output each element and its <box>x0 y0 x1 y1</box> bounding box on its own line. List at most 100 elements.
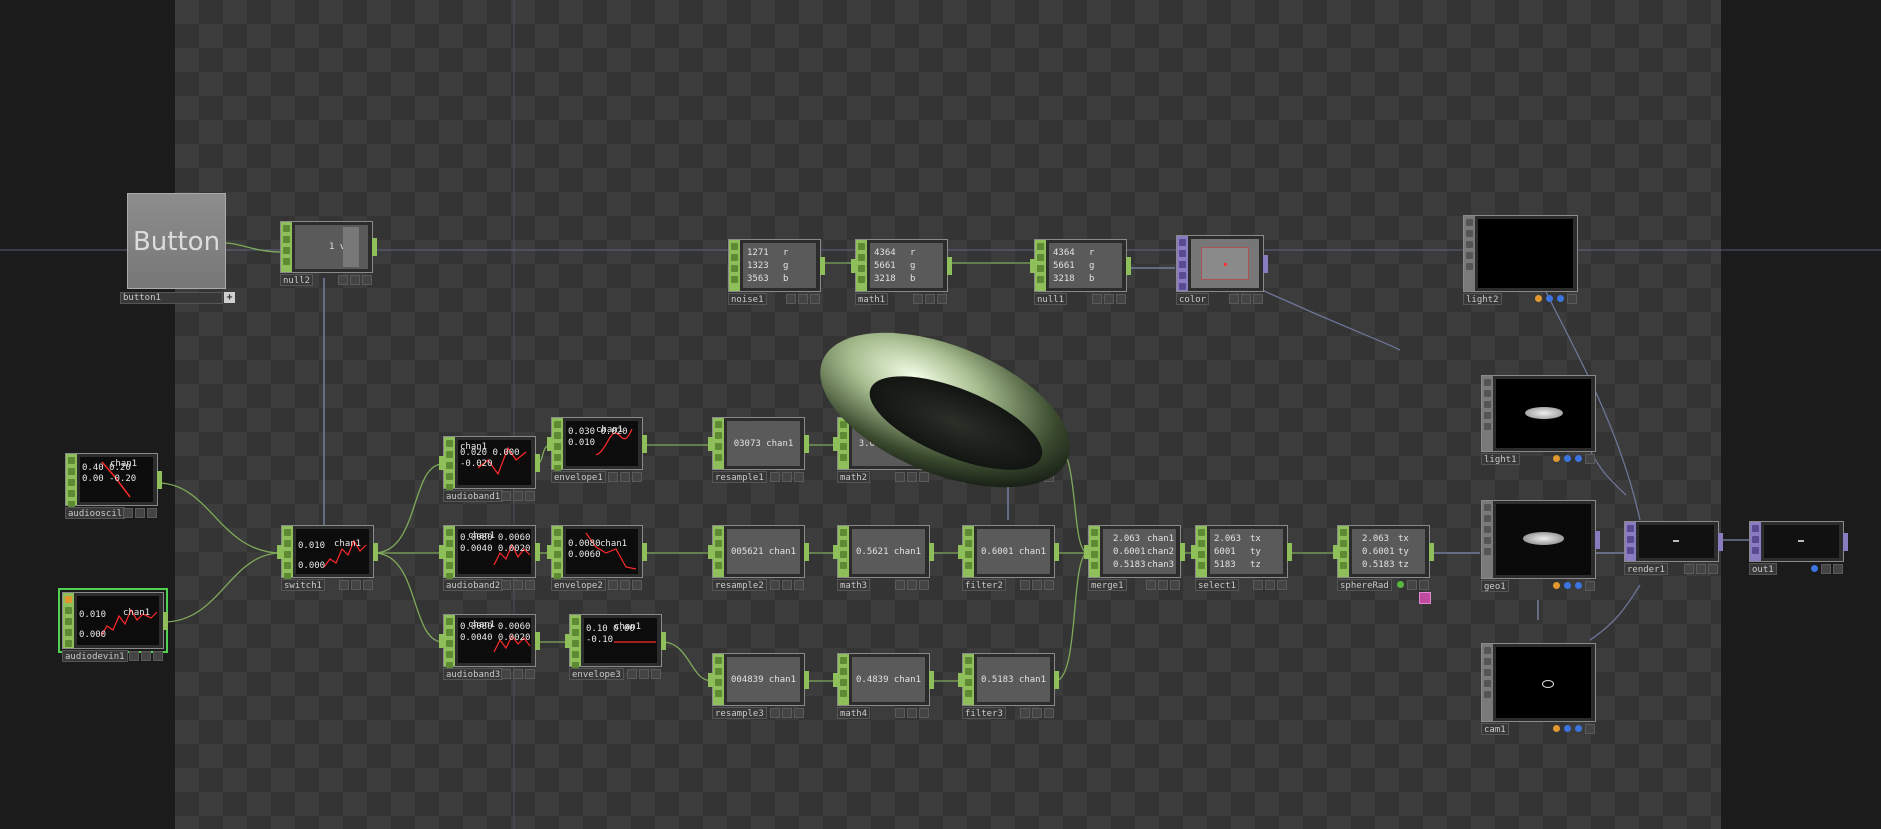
graph-channel: chan1 <box>468 620 496 630</box>
node-envelope2[interactable]: 0.0080 0.0060 chan1 envelope2 <box>547 525 647 591</box>
wire-audiodevin-switch <box>163 552 282 623</box>
node-filter2[interactable]: 0.6001 chan1 filter2 <box>958 525 1059 591</box>
node-label[interactable]: sphereRad <box>1337 579 1392 591</box>
node-label[interactable]: resample2 <box>712 579 767 591</box>
node-label[interactable]: math4 <box>837 707 871 719</box>
graph-channel: chan1 <box>123 608 151 618</box>
node-render1[interactable]: render1 <box>1624 521 1723 575</box>
node-null1[interactable]: 4364 5661 3218 r g b null1 <box>1030 239 1131 305</box>
node-out1[interactable]: out1 <box>1749 521 1848 575</box>
node-channel: chan1 <box>1018 674 1047 685</box>
wire-switch-ab1 <box>373 463 444 554</box>
node-channels: tx ty tz <box>1398 534 1409 570</box>
graph-axis-top: 0.010 <box>79 610 107 620</box>
node-audioband3[interactable]: 0.0080 0.0060 0.0040 0.0020 chan1 audiob… <box>439 614 540 680</box>
button-text: Button <box>132 227 221 257</box>
extension-icon[interactable] <box>1419 592 1431 604</box>
node-label[interactable]: filter3 <box>962 707 1006 719</box>
node-label[interactable]: resample1 <box>712 471 767 483</box>
graph-axis-top: 0.010 <box>298 541 326 551</box>
node-resample3[interactable]: 004839 chan1 resample3 <box>708 653 809 719</box>
node-label[interactable]: light2 <box>1463 293 1502 305</box>
wire-layer <box>0 0 1881 829</box>
button-component[interactable]: Button <box>127 193 226 289</box>
node-light1[interactable]: light1 <box>1481 375 1596 465</box>
node-value: 3.073 <box>858 438 886 449</box>
graph-axis-bottom: 0.000 <box>298 561 326 571</box>
node-envelope3[interactable]: 0.10 0.00 -0.10 chan1 envelope3 <box>565 614 666 680</box>
wire-audiooscil-switch <box>157 482 282 554</box>
node-values: 1271 1323 3563 <box>747 248 769 284</box>
node-label[interactable]: math3 <box>837 579 871 591</box>
node-channels: r g b <box>1089 248 1095 284</box>
node-noise1[interactable]: 1271 1323 3563 r g b noise1 <box>728 239 825 305</box>
node-resample1[interactable]: 03073 chan1 resample1 <box>708 417 809 483</box>
node-label[interactable]: geo1 <box>1481 580 1509 592</box>
node-audiodevin1[interactable]: 0.010 0.000 chan1 audiodevin1 <box>58 588 168 662</box>
node-label[interactable]: math1 <box>855 293 889 305</box>
node-label[interactable]: audioband2 <box>443 579 504 591</box>
graph-channel: chan1 <box>334 539 362 549</box>
node-resample2[interactable]: 005621 chan1 resample2 <box>708 525 809 591</box>
node-math2[interactable]: 3.073 chan1 math2 <box>833 417 934 483</box>
node-channels: chan1 chan2 chan3 <box>1147 534 1175 570</box>
node-merge1[interactable]: 2.063 0.6001 0.5183 chan1 chan2 chan3 mer… <box>1084 525 1185 591</box>
node-label[interactable]: render1 <box>1624 563 1668 575</box>
network-editor-canvas[interactable]: Button button1 + 1 v1 null2 1271 1323 35… <box>0 0 1881 829</box>
node-label[interactable]: light1 <box>1481 453 1520 465</box>
node-label[interactable]: cam1 <box>1481 723 1509 735</box>
node-switch1[interactable]: 0.010 0.000 chan1 switch1 <box>277 525 378 591</box>
node-label[interactable]: audioband1 <box>443 490 504 502</box>
node-envelope1[interactable]: 0.030 0.020 0.010 chan1 envelope1 <box>547 417 647 483</box>
node-label[interactable]: filter2 <box>962 579 1006 591</box>
node-label[interactable]: math2 <box>837 471 871 483</box>
node-label[interactable]: select1 <box>1195 579 1239 591</box>
node-label[interactable]: envelope3 <box>569 668 624 680</box>
node-value: 1 <box>329 242 335 252</box>
node-channel: chan1 <box>1016 438 1044 449</box>
node-label[interactable]: out1 <box>1749 563 1777 575</box>
node-label[interactable]: envelope1 <box>551 471 606 483</box>
node-audioband1[interactable]: 0.020 0.000 -0.020 chan1 audioband1 <box>439 436 540 502</box>
node-channels: r g b <box>783 248 789 284</box>
node-select1[interactable]: 2.063 6001 5183 tx ty tz select1 <box>1191 525 1292 591</box>
graph-channel: chan1 <box>614 622 642 632</box>
node-label[interactable]: button1 <box>120 292 223 304</box>
node-label[interactable]: resample3 <box>712 707 767 719</box>
node-audioband2[interactable]: 0.0080 0.0060 0.0040 0.0020 chan1 audiob… <box>439 525 540 591</box>
node-channels: r g b <box>910 248 916 284</box>
node-sphereRad[interactable]: 2.063 0.6001 0.5183 tx ty tz sphereRad <box>1333 525 1434 591</box>
node-value: 0.6001 <box>980 546 1014 557</box>
node-filter3[interactable]: 0.5183 chan1 filter3 <box>958 653 1059 719</box>
node-filter1[interactable]: 2.063 chan1 filter1 <box>958 417 1059 483</box>
node-value: 2.063 <box>983 438 1011 449</box>
wire-env3-res3 <box>661 641 713 682</box>
node-label[interactable]: audiooscil <box>65 507 126 519</box>
node-math4[interactable]: 0.4839 chan1 math4 <box>833 653 934 719</box>
node-label[interactable]: null1 <box>1034 293 1068 305</box>
node-label[interactable]: null2 <box>280 274 314 286</box>
node-cam1[interactable]: cam1 <box>1481 643 1596 735</box>
plus-icon[interactable]: + <box>224 292 235 303</box>
node-null2[interactable]: 1 v1 null2 <box>280 221 377 286</box>
node-color[interactable]: color <box>1176 235 1268 305</box>
node-label[interactable]: envelope2 <box>551 579 606 591</box>
node-math1[interactable]: 4364 5661 3218 r g b math1 <box>851 239 952 305</box>
node-label[interactable]: audiodevin1 <box>62 650 128 662</box>
node-light2[interactable]: light2 <box>1463 215 1578 305</box>
node-geo1[interactable]: geo1 <box>1481 500 1600 592</box>
node-label[interactable]: color <box>1176 293 1210 305</box>
node-label[interactable]: merge1 <box>1088 579 1127 591</box>
node-values: 2.063 0.6001 0.5183 <box>1113 534 1146 570</box>
node-label[interactable]: noise1 <box>728 293 767 305</box>
graph-axis-bottom: 0.000 <box>79 630 107 640</box>
node-label[interactable]: audioband3 <box>443 668 504 680</box>
node-math3[interactable]: 0.5621 chan1 math3 <box>833 525 934 591</box>
node-channel: chan1 <box>893 674 922 685</box>
node-value: 005621 <box>730 546 764 557</box>
node-label[interactable]: switch1 <box>281 579 325 591</box>
graph-channel: chan1 <box>600 539 628 549</box>
node-audiooscil[interactable]: 0.40 0.20 0.00 -0.20 chan1 audiooscil <box>65 453 162 519</box>
node-channel: chan1 <box>766 438 794 449</box>
node-label[interactable]: filter1 <box>962 471 1006 483</box>
